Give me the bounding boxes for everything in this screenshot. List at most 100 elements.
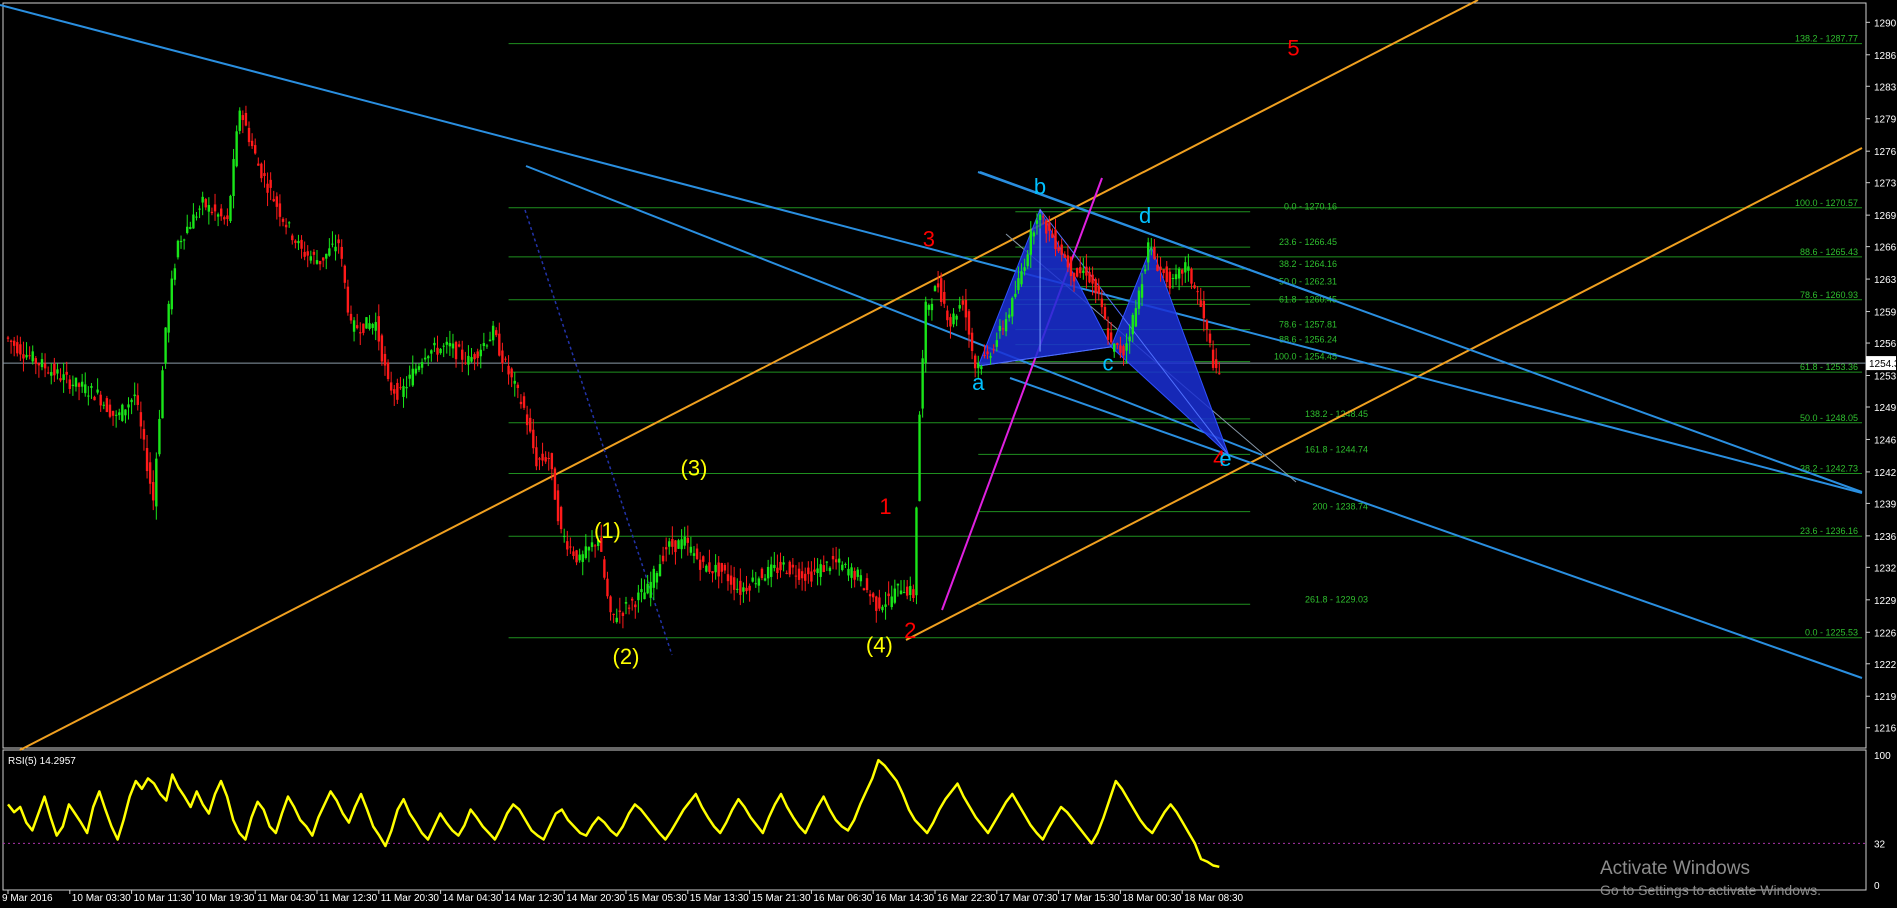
candle-body <box>1057 247 1060 252</box>
candle-body <box>50 372 53 376</box>
candle-body <box>355 325 359 329</box>
candle-body <box>287 222 291 224</box>
candle-body <box>980 366 983 370</box>
candle-body <box>1165 266 1168 282</box>
x-tick-label: 9 Mar 2016 <box>2 893 53 904</box>
y-tick-label: 1219.4 <box>1874 692 1897 703</box>
candle-body <box>244 112 248 126</box>
wave-label-2: 2 <box>904 618 916 643</box>
rsi-title: RSI(5) 14.2957 <box>8 756 76 767</box>
candle-body <box>173 268 177 280</box>
candle-body <box>785 572 788 574</box>
candle-body <box>680 539 683 550</box>
candle-body <box>96 389 99 393</box>
candle-body <box>856 569 859 577</box>
candle-body <box>102 404 105 406</box>
candle-body <box>84 384 87 394</box>
x-tick-label: 11 Mar 12:30 <box>319 893 378 904</box>
candle-body <box>1187 266 1190 271</box>
candle-body <box>1109 332 1113 343</box>
candle-body <box>581 554 584 563</box>
candle-body <box>1094 279 1097 294</box>
x-tick-label: 15 Mar 21:30 <box>752 893 811 904</box>
candle-body <box>201 196 204 203</box>
wave-label-2: (2) <box>613 644 640 669</box>
candle-body <box>529 417 532 432</box>
y-tick-label: 1290.0 <box>1874 18 1897 29</box>
y-tick-label: 1232.9 <box>1874 563 1897 574</box>
candle-body <box>170 278 173 310</box>
candle-body <box>816 568 819 574</box>
candle-body <box>847 568 850 576</box>
candle-body <box>513 380 516 384</box>
candle-body <box>566 541 569 550</box>
candle-body <box>179 240 183 243</box>
x-tick-label: 15 Mar 05:30 <box>628 893 687 904</box>
candle-body <box>111 410 115 416</box>
candle-body <box>989 356 992 358</box>
candle-body <box>878 597 881 609</box>
candle-body <box>362 323 365 333</box>
candle-body <box>563 535 566 537</box>
y-tick-label: 1256.4 <box>1874 339 1897 350</box>
y-tick-label: 1279.9 <box>1874 115 1897 126</box>
candle-body <box>1026 254 1029 267</box>
candle-body <box>9 340 13 342</box>
candle-body <box>6 337 10 339</box>
candle-body <box>912 589 915 598</box>
candle-body <box>813 569 816 572</box>
candle-body <box>1137 290 1141 309</box>
y-tick-label: 1226.1 <box>1874 628 1897 639</box>
candle-body <box>182 239 186 241</box>
candle-body <box>257 163 260 166</box>
y-tick-label: 1259.7 <box>1874 308 1897 319</box>
candle-body <box>1041 216 1045 218</box>
fib-right-level-label: 78.6 - 1260.93 <box>1800 290 1858 300</box>
candle-body <box>318 260 322 265</box>
candle-body <box>627 607 631 609</box>
candle-body <box>343 265 347 283</box>
candle-body <box>949 317 952 327</box>
candle-body <box>1032 232 1036 237</box>
candle-body <box>819 564 822 577</box>
candle-body <box>1174 274 1178 280</box>
candle-body <box>195 216 198 218</box>
candle-body <box>689 546 693 553</box>
candle-body <box>905 586 909 596</box>
candle-body <box>232 159 235 197</box>
candle-body <box>374 322 377 331</box>
candle-body <box>1020 271 1023 285</box>
candle-body <box>365 317 368 329</box>
candle-body <box>958 305 961 309</box>
candle-body <box>495 330 498 336</box>
fib-mid-level-label: 78.6 - 1257.81 <box>1279 320 1337 330</box>
fib-mid-level-label: 0.0 - 1270.16 <box>1284 202 1337 212</box>
x-tick-label: 16 Mar 06:30 <box>813 893 872 904</box>
y-tick-label: 1283.3 <box>1874 82 1897 93</box>
candle-body <box>275 196 279 207</box>
candle-body <box>1091 274 1094 284</box>
candle-body <box>186 226 189 233</box>
candle-body <box>315 260 319 264</box>
candle-body <box>337 239 340 244</box>
candle-body <box>114 414 118 416</box>
candle-body <box>485 345 489 347</box>
candle-body <box>334 246 337 252</box>
candle-body <box>281 218 285 222</box>
candle-body <box>1159 266 1162 271</box>
candle-body <box>961 300 965 305</box>
price-chart[interactable]: 1290.0 1286.6 1283.3 1279.9 1276.5 1273.2 1269… <box>0 0 1897 908</box>
y-tick-label: 1239.6 <box>1874 499 1897 510</box>
candle-body <box>569 546 572 548</box>
candle-body <box>1072 273 1076 282</box>
candle-body <box>587 547 591 551</box>
wave-label-c: c <box>1103 351 1114 376</box>
candle-body <box>698 559 702 570</box>
candle-body <box>872 593 875 598</box>
candle-body <box>266 183 269 193</box>
candle-body <box>519 401 523 405</box>
candle-body <box>396 382 399 400</box>
candle-body <box>893 588 897 603</box>
watermark-title: Activate Windows <box>1600 858 1750 879</box>
candle-body <box>532 429 535 449</box>
